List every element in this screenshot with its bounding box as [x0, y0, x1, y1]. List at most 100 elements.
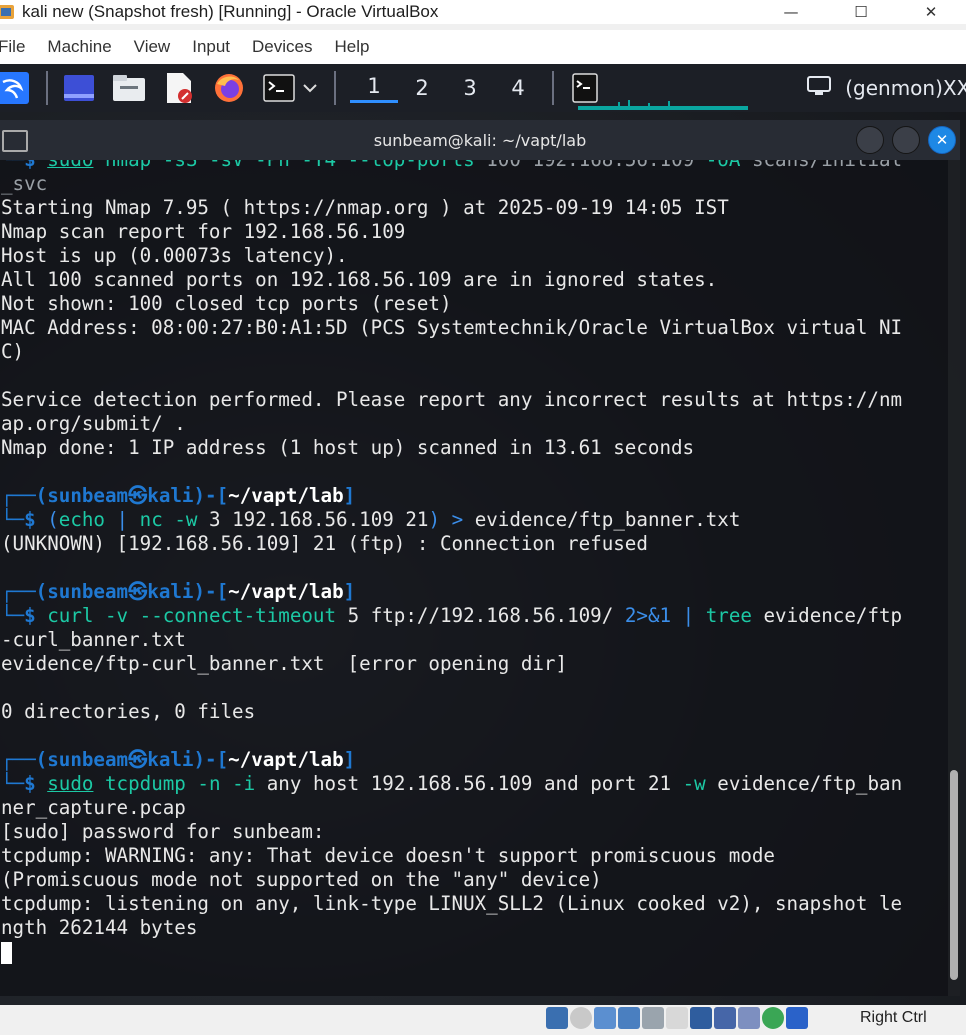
terminal-text-segment: ┌──( [1, 580, 48, 603]
menu-devices[interactable]: Devices [252, 37, 326, 57]
xfce-panel: 1 2 3 4 (genmon)XXX [0, 64, 966, 112]
terminal-text-segment: └─ [1, 772, 25, 795]
terminal-text-segment: -w [162, 508, 209, 531]
terminal-scrollbar[interactable] [948, 160, 960, 996]
vt-x-status-icon[interactable] [738, 1007, 760, 1029]
terminal-line: [sudo] password for sunbeam: [1, 820, 902, 844]
terminal-line: └─$ curl -v --connect-timeout 5 ftp://19… [1, 604, 902, 628]
terminal-text-segment: Host is up (0.00073s latency). [1, 244, 348, 267]
terminal-line: -curl_banner.txt [1, 628, 902, 652]
shared-folder-status-icon[interactable] [666, 1007, 688, 1029]
workspace-4[interactable]: 4 [494, 76, 542, 100]
close-window-button[interactable]: ✕ [896, 0, 966, 24]
terminal-text-segment: sudo [47, 160, 93, 171]
recording-status-icon[interactable] [714, 1007, 736, 1029]
text-editor-icon[interactable] [162, 71, 196, 105]
menu-help[interactable]: Help [335, 37, 384, 57]
terminal-line: All 100 scanned ports on 192.168.56.109 … [1, 268, 902, 292]
terminal-text-segment: Nmap scan report for 192.168.56.109 [1, 220, 406, 243]
vm-display[interactable]: 1 2 3 4 (genmon)XXX sunbeam@kali: ~/vapt… [0, 64, 966, 1005]
terminal-line: (Promiscuous mode not supported on the "… [1, 868, 902, 892]
terminal-text-segment: evidence/ftp-curl_banner.txt [error open… [1, 652, 568, 675]
menu-input[interactable]: Input [192, 37, 244, 57]
workspace-3[interactable]: 3 [446, 76, 494, 100]
panel-separator [46, 71, 48, 105]
minimize-button[interactable]: — [756, 0, 826, 24]
terminal-text-segment: $ [24, 772, 48, 795]
panel-separator [552, 71, 554, 105]
terminal-window[interactable]: sunbeam@kali: ~/vapt/lab ✕ └─$ sudo nmap… [0, 120, 960, 996]
terminal-text-segment: )-[ [193, 580, 229, 603]
terminal-cursor [1, 941, 12, 964]
terminal-text-segment: ~/vapt/lab [228, 484, 344, 507]
terminal-line: tcpdump: WARNING: any: That device doesn… [1, 844, 902, 868]
terminal-titlebar[interactable]: sunbeam@kali: ~/vapt/lab ✕ [0, 120, 960, 160]
terminal-maximize-button[interactable] [892, 126, 920, 154]
mouse-integration-status-icon[interactable] [762, 1007, 784, 1029]
terminal-text-segment: > [440, 508, 475, 531]
terminal-output[interactable]: └─$ sudo nmap -sS -sV -Pn -T4 --top-port… [0, 160, 948, 996]
terminal-text-segment: Not shown: 100 closed tcp ports (reset) [1, 292, 452, 315]
terminal-line: Nmap done: 1 IP address (1 host up) scan… [1, 436, 902, 460]
show-desktop-icon[interactable] [62, 71, 96, 105]
terminal-line: Not shown: 100 closed tcp ports (reset) [1, 292, 902, 316]
network-status-icon[interactable] [618, 1007, 640, 1029]
optical-status-icon[interactable] [570, 1007, 592, 1029]
terminal-line: ┌──(sunbeam㉿kali)-[~/vapt/lab] [1, 748, 902, 772]
kali-menu-icon[interactable] [0, 71, 30, 105]
terminal-line: C) [1, 340, 902, 364]
scrollbar-thumb[interactable] [950, 770, 958, 980]
terminal-text-segment: 0 directories, 0 files [1, 700, 256, 723]
terminal-text-segment: curl [47, 604, 94, 627]
terminal-minimize-button[interactable] [856, 126, 884, 154]
terminal-text-segment: )-[ [193, 748, 229, 771]
terminal-text-segment: tree [705, 604, 752, 627]
terminal-line: └─$ (echo | nc -w 3 192.168.56.109 21) >… [1, 508, 902, 532]
terminal-text-segment: | [671, 604, 706, 627]
terminal-line: evidence/ftp-curl_banner.txt [error open… [1, 652, 902, 676]
terminal-text-segment: ngth 262144 bytes [1, 916, 198, 939]
terminal-text-segment: tcpdump: listening on any, link-type LIN… [1, 892, 903, 915]
workspace-2[interactable]: 2 [398, 76, 446, 100]
keyboard-capture-status-icon[interactable] [786, 1007, 808, 1029]
menu-view[interactable]: View [134, 37, 185, 57]
terminal-close-button[interactable]: ✕ [928, 126, 956, 154]
maximize-button[interactable]: ☐ [826, 0, 896, 24]
terminal-line: MAC Address: 08:00:27:B0:A1:5D (PCS Syst… [1, 316, 902, 340]
terminal-text-segment: tcpdump [105, 772, 186, 795]
terminal-text-segment: 3 192.168.56.109 21 [208, 508, 429, 531]
workspace-1[interactable]: 1 [350, 74, 398, 103]
terminal-text-segment: 2>&1 [624, 604, 672, 627]
vbox-statusbar: Right Ctrl [0, 1005, 966, 1035]
terminal-text-segment: sudo [47, 772, 94, 795]
terminal-text-segment: tcpdump: WARNING: any: That device doesn… [1, 844, 775, 867]
usb-status-icon[interactable] [642, 1007, 664, 1029]
file-manager-icon[interactable] [112, 71, 146, 105]
audio-status-icon[interactable] [594, 1007, 616, 1029]
terminal-line: ┌──(sunbeam㉿kali)-[~/vapt/lab] [1, 484, 902, 508]
terminal-cursor-line [1, 940, 902, 964]
terminal-launcher-icon[interactable] [262, 71, 296, 105]
menu-file[interactable]: File [0, 37, 39, 57]
firefox-icon[interactable] [212, 71, 246, 105]
terminal-text-segment: evidence/ftp_banner.txt [474, 508, 741, 531]
menu-machine[interactable]: Machine [47, 37, 125, 57]
hdd-status-icon[interactable] [546, 1007, 568, 1029]
terminal-text-segment: Starting Nmap 7.95 ( https://nmap.org ) … [1, 196, 729, 219]
display-status-icon[interactable] [690, 1007, 712, 1029]
chevron-down-icon[interactable] [300, 71, 320, 105]
terminal-text-segment: Service detection performed. Please repo… [1, 388, 903, 411]
terminal-line: └─$ sudo tcpdump -n -i any host 192.168.… [1, 772, 902, 796]
terminal-text-segment: └─ [1, 508, 25, 531]
display-icon [807, 75, 832, 101]
virtualbox-app-icon [0, 2, 16, 22]
vbox-menubar: File Machine View Input Devices Help [0, 30, 966, 64]
terminal-line: ap.org/submit/ . [1, 412, 902, 436]
terminal-text-segment: ~/vapt/lab [228, 580, 344, 603]
terminal-text-segment: $ [24, 508, 48, 531]
terminal-line: Starting Nmap 7.95 ( https://nmap.org ) … [1, 196, 902, 220]
genmon-plugin[interactable]: (genmon)XXX [807, 64, 966, 112]
terminal-text-segment: _svc [1, 172, 48, 195]
